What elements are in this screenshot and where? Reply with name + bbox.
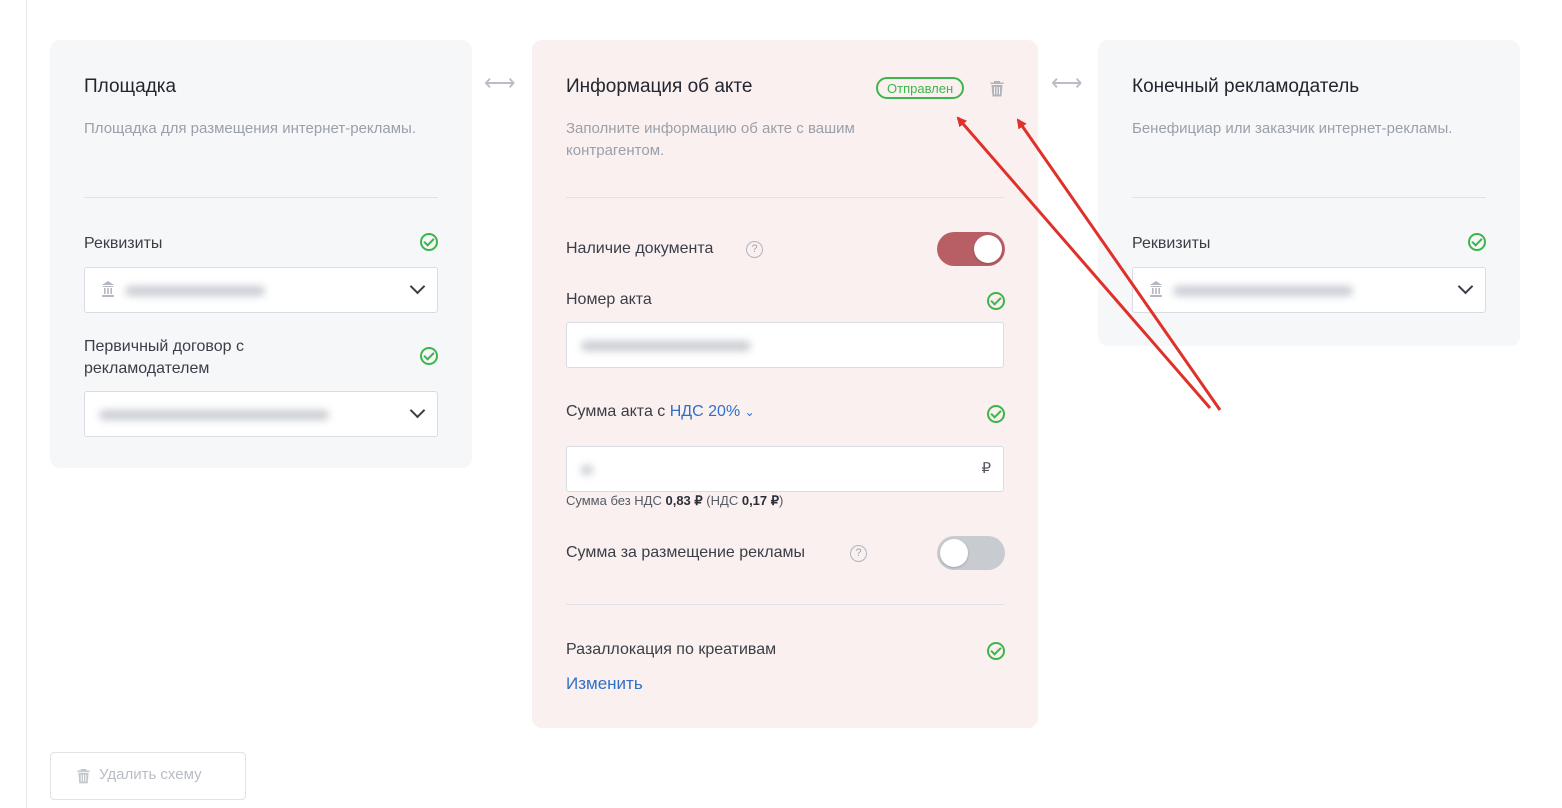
vat-breakdown-note: Сумма без НДС 0,83 ₽ (НДС 0,17 ₽) xyxy=(566,493,783,509)
platform-contract-check-icon xyxy=(420,347,438,365)
platform-contract-redacted xyxy=(99,410,329,420)
help-icon[interactable]: ? xyxy=(746,241,763,258)
advertiser-requisites-select[interactable] xyxy=(1132,267,1486,313)
delete-scheme-label: Удалить схему xyxy=(99,766,202,783)
platform-requisites-select[interactable] xyxy=(84,267,438,313)
trash-icon[interactable] xyxy=(990,80,1004,97)
platform-requisites-check-icon xyxy=(420,233,438,251)
doc-presence-label: Наличие документа xyxy=(566,240,714,257)
trash-icon xyxy=(77,769,90,784)
vat-selector[interactable]: НДС 20% xyxy=(670,403,740,420)
advertiser-card: Конечный рекламодатель Бенефициар или за… xyxy=(1098,40,1520,346)
vat-chevron-icon[interactable]: ⌄ xyxy=(745,405,755,419)
act-number-redacted xyxy=(581,341,751,351)
act-number-input[interactable] xyxy=(566,322,1004,368)
advertiser-card-title: Конечный рекламодатель xyxy=(1132,76,1360,97)
advertiser-card-subtitle: Бенефициар или заказчик интернет-рекламы… xyxy=(1132,120,1453,137)
act-card-title: Информация об акте xyxy=(566,76,753,97)
act-amount-redacted xyxy=(581,465,593,475)
advertiser-requisites-label: Реквизиты xyxy=(1132,235,1211,252)
status-badge: Отправлен xyxy=(876,77,965,99)
bank-icon xyxy=(102,281,114,297)
platform-requisites-redacted xyxy=(125,286,265,296)
reallocation-label: Разаллокация по креативам xyxy=(566,641,777,658)
reallocation-check-icon xyxy=(987,642,1005,660)
help-icon[interactable]: ? xyxy=(850,545,867,562)
vat-note-vat: 0,17 ₽ xyxy=(741,493,780,508)
doc-presence-toggle[interactable] xyxy=(937,232,1005,266)
chevron-down-icon xyxy=(1457,278,1474,295)
act-amount-check-icon xyxy=(987,405,1005,423)
advertiser-requisites-check-icon xyxy=(1468,233,1486,251)
act-card-divider-top xyxy=(566,197,1004,198)
toggle-knob xyxy=(974,235,1002,263)
chevron-down-icon xyxy=(409,278,426,295)
platform-contract-select[interactable] xyxy=(84,391,438,437)
platform-card-subtitle: Площадка для размещения интернет-рекламы… xyxy=(84,120,417,137)
chevron-down-icon xyxy=(409,402,426,419)
platform-card: Площадка Площадка для размещения интерне… xyxy=(50,40,472,468)
act-number-check-icon xyxy=(987,292,1005,310)
act-amount-input[interactable]: ₽ xyxy=(566,446,1004,492)
vat-note-open: (НДС xyxy=(706,493,739,508)
act-amount-label: Сумма акта с НДС 20% ⌄ xyxy=(566,401,755,423)
bank-icon xyxy=(1150,281,1162,297)
vat-note-net: 0,83 ₽ xyxy=(665,493,703,508)
ruble-sign: ₽ xyxy=(981,460,991,477)
act-number-label: Номер акта xyxy=(566,291,652,308)
platform-card-divider xyxy=(84,197,438,198)
change-link[interactable]: Изменить xyxy=(566,673,643,695)
platform-contract-label: Первичный договор с рекламодателем xyxy=(84,338,244,377)
link-arrows-icon: ⟷ xyxy=(1051,70,1083,95)
link-arrows-icon: ⟷ xyxy=(484,70,516,95)
act-amount-label-text: Сумма акта с xyxy=(566,403,666,420)
act-card-divider-bottom xyxy=(566,604,1004,605)
advertiser-card-divider xyxy=(1132,197,1486,198)
page-left-border xyxy=(26,0,27,808)
toggle-knob xyxy=(940,539,968,567)
ad-placement-toggle[interactable] xyxy=(937,536,1005,570)
act-card-subtitle: Заполните информацию об акте с вашим кон… xyxy=(566,120,855,159)
act-info-card: Информация об акте Заполните информацию … xyxy=(532,40,1038,728)
vat-note-close: ) xyxy=(779,493,784,508)
ad-placement-label: Сумма за размещение рекламы xyxy=(566,544,805,561)
platform-card-title: Площадка xyxy=(84,76,177,97)
platform-requisites-label: Реквизиты xyxy=(84,235,163,252)
advertiser-requisites-redacted xyxy=(1173,286,1353,296)
delete-scheme-button[interactable]: Удалить схему xyxy=(50,752,246,800)
vat-note-prefix: Сумма без НДС xyxy=(566,493,662,508)
